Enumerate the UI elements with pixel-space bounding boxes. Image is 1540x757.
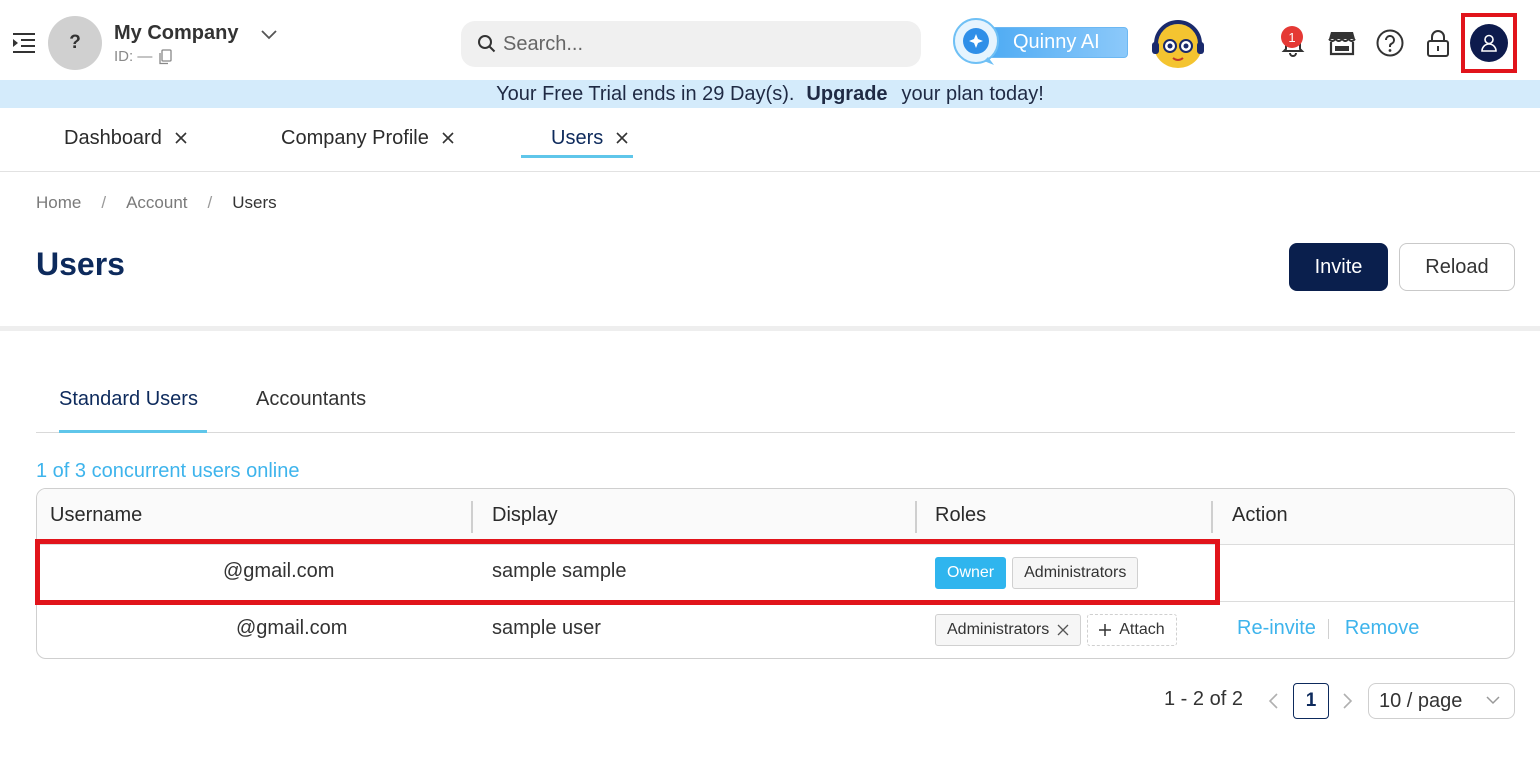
page-tabs: Dashboard Company Profile Users: [0, 108, 1540, 172]
breadcrumb-separator: /: [101, 193, 107, 212]
breadcrumb: Home / Account / Users: [36, 193, 277, 213]
action-divider: [1327, 618, 1329, 639]
row-actions: Re-invite Remove: [1237, 617, 1419, 640]
search-icon: [478, 35, 496, 53]
breadcrumb-account[interactable]: Account: [126, 193, 187, 213]
column-username: Username: [50, 504, 143, 526]
online-users-status: 1 of 3 concurrent users online: [36, 460, 300, 482]
notification-badge: 1: [1281, 26, 1303, 48]
remove-role-icon[interactable]: [1057, 624, 1069, 636]
quinny-ai-button[interactable]: Quinny AI: [950, 17, 1128, 69]
company-avatar[interactable]: ?: [48, 16, 102, 70]
lock-icon[interactable]: [1424, 28, 1452, 58]
column-resize-handle[interactable]: [1211, 501, 1213, 533]
reload-button[interactable]: Reload: [1399, 243, 1515, 291]
user-type-tabs: Standard Users Accountants: [36, 380, 1515, 433]
column-resize-handle[interactable]: [471, 501, 473, 533]
store-icon[interactable]: [1327, 28, 1357, 58]
chevron-down-icon[interactable]: [260, 28, 278, 40]
attach-label: Attach: [1119, 621, 1165, 638]
username-cell: @gmail.com: [236, 617, 348, 639]
user-avatar[interactable]: [1470, 24, 1508, 62]
breadcrumb-current: Users: [232, 193, 277, 212]
role-tag-label: Administrators: [947, 621, 1050, 638]
page-size-value: 10 / page: [1379, 689, 1463, 712]
support-mascot-icon[interactable]: [1148, 16, 1208, 72]
row-highlight-box: [35, 539, 1220, 605]
page-title: Users: [36, 246, 125, 282]
tab-company-profile[interactable]: Company Profile: [281, 118, 455, 158]
plus-icon: [1099, 624, 1112, 636]
column-display: Display: [492, 504, 558, 526]
active-tab-indicator: [521, 155, 633, 158]
close-icon[interactable]: [441, 131, 455, 145]
breadcrumb-separator: /: [207, 193, 213, 212]
search-input[interactable]: [503, 32, 883, 56]
close-icon[interactable]: [615, 131, 629, 145]
help-icon[interactable]: [1375, 28, 1405, 58]
column-resize-handle[interactable]: [915, 501, 917, 533]
menu-toggle-icon[interactable]: [10, 29, 38, 57]
trial-banner-text: Your Free Trial ends in 29 Day(s).: [496, 82, 795, 105]
company-name[interactable]: My Company: [114, 22, 238, 45]
trial-banner: Your Free Trial ends in 29 Day(s). Upgra…: [0, 80, 1540, 108]
section-divider: [0, 326, 1540, 331]
tab-dashboard[interactable]: Dashboard: [64, 118, 188, 158]
chevron-down-icon: [1486, 696, 1500, 705]
attach-role-button[interactable]: Attach: [1087, 614, 1177, 646]
search-bar[interactable]: [461, 21, 921, 67]
chevron-left-icon[interactable]: [1266, 692, 1282, 710]
top-header: ? My Company ID: — Quinny AI: [0, 0, 1540, 80]
tab-users[interactable]: Users: [551, 118, 629, 158]
column-action: Action: [1232, 504, 1288, 526]
trial-banner-suffix: your plan today!: [901, 82, 1044, 105]
pagination-page[interactable]: 1: [1293, 683, 1329, 719]
invite-button[interactable]: Invite: [1289, 243, 1388, 291]
roles-cell: Administrators Attach: [935, 614, 1177, 646]
tab-label: Dashboard: [64, 126, 162, 149]
company-id-text: ID: —: [114, 48, 153, 65]
breadcrumb-home[interactable]: Home: [36, 193, 81, 213]
upgrade-link[interactable]: Upgrade: [806, 83, 887, 106]
remove-link[interactable]: Remove: [1345, 617, 1419, 640]
user-menu-highlight[interactable]: [1461, 13, 1517, 73]
reinvite-link[interactable]: Re-invite: [1237, 617, 1316, 640]
role-tag-administrators: Administrators: [935, 614, 1082, 646]
active-tab-indicator: [59, 430, 207, 433]
user-icon: [1481, 34, 1497, 52]
display-name-cell: sample user: [492, 617, 601, 639]
tab-accountants[interactable]: Accountants: [256, 388, 366, 411]
quinny-ai-logo-icon: [953, 18, 999, 65]
table-row: @gmail.com sample user Administrators At…: [37, 602, 1514, 658]
column-roles: Roles: [935, 504, 987, 526]
page-size-select[interactable]: 10 / page: [1368, 683, 1515, 719]
company-id: ID: —: [114, 48, 172, 65]
pagination-total: 1 - 2 of 2: [1164, 688, 1243, 710]
chevron-right-icon[interactable]: [1339, 692, 1355, 710]
tab-label: Company Profile: [281, 126, 429, 149]
close-icon[interactable]: [174, 131, 188, 145]
tab-label: Users: [551, 126, 604, 149]
table-header: Username Display Roles Action: [37, 489, 1514, 545]
copy-icon[interactable]: [158, 48, 172, 65]
tab-standard-users[interactable]: Standard Users: [59, 388, 198, 411]
